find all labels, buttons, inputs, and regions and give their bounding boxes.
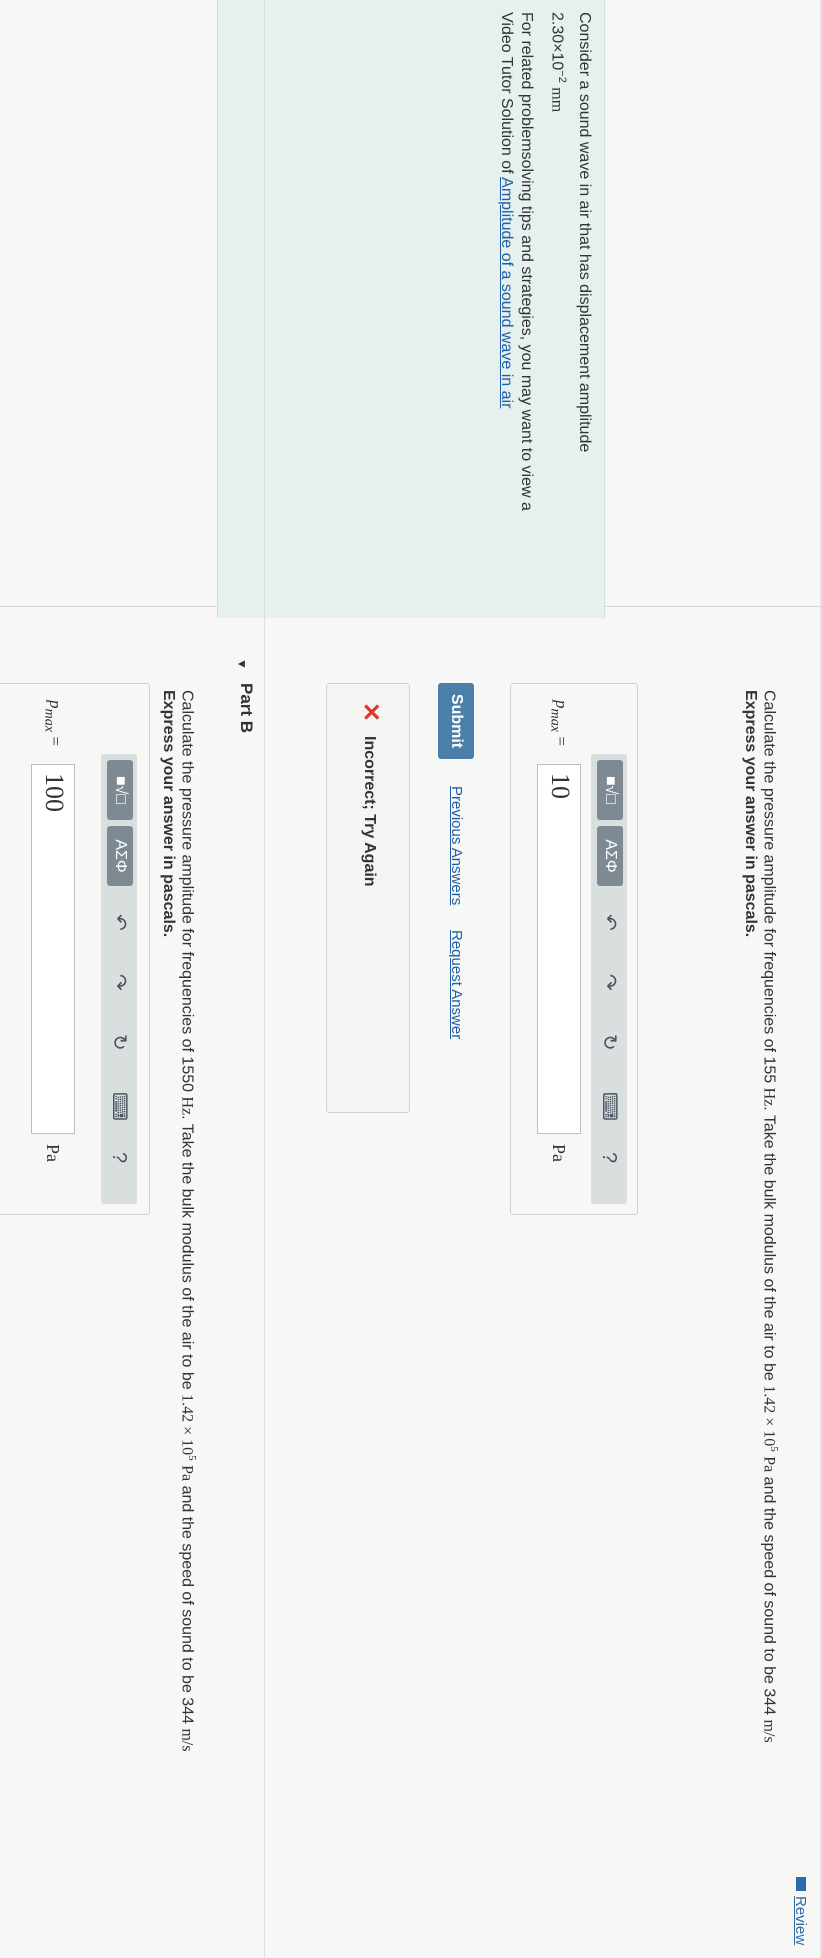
help-button[interactable]: ?	[597, 1152, 621, 1163]
incorrect-x-icon: ✕	[357, 702, 384, 723]
intro-text: Consider a sound wave in air that has di…	[574, 12, 594, 452]
partB-q-modulus: 1.42 × 10	[178, 1394, 196, 1456]
review-link[interactable]: Review	[792, 1896, 809, 1945]
partB-var-sub: max	[41, 708, 58, 733]
undo-icon[interactable]: ↶	[597, 914, 621, 931]
partB-answer-box: ■√□ ΑΣΦ ↶ ↷ ↻ ⌨ ? pmax = 100 Pa	[0, 683, 150, 1215]
partB-q-speed-unit: m/s	[178, 1728, 196, 1752]
partA-q-speed-unit: m/s	[760, 1719, 778, 1743]
submit-button[interactable]: Submit	[438, 683, 474, 759]
partA-q-modulus: 1.42 × 10	[760, 1385, 778, 1447]
partB-q-prefix: Calculate the pressure amplitude for fre…	[178, 690, 196, 1093]
partA-var-sub: max	[547, 708, 564, 733]
partB-answer-input[interactable]: 100	[31, 764, 75, 1134]
partA-variable-label: pmax =	[546, 700, 571, 746]
partB-variable-label: pmax =	[40, 700, 65, 746]
video-tutor-link[interactable]: Amplitude of a sound wave in air	[498, 177, 515, 408]
request-answer-link[interactable]: Request Answer	[446, 930, 466, 1039]
problem-info-panel: Consider a sound wave in air that has di…	[217, 0, 605, 618]
previous-answers-link[interactable]: Previous Answers	[446, 786, 466, 905]
keyboard-icon[interactable]: ⌨	[597, 1092, 621, 1121]
partA-answer-input[interactable]: 10	[537, 764, 581, 1134]
partB-help-button[interactable]: ?	[107, 1152, 131, 1163]
undo-icon[interactable]: ↶	[107, 914, 131, 931]
redo-icon[interactable]: ↷	[597, 974, 621, 991]
partA-q-mid: . Take the bulk modulus of the air to be	[760, 1106, 778, 1381]
partA-question: Calculate the pressure amplitude for fre…	[759, 690, 784, 1743]
help-text-line2: Video Tutor Solution of Amplitude of a s…	[496, 12, 516, 408]
amplitude-unit: mm	[548, 87, 566, 113]
partB-q-mid: . Take the bulk modulus of the air to be	[178, 1115, 196, 1390]
partB-title[interactable]: Part B	[236, 683, 256, 733]
partB-q-modulus-exp: 5	[186, 1455, 198, 1461]
partA-q-modulus-exp: 5	[768, 1446, 780, 1452]
reset-icon[interactable]: ↻	[597, 1034, 621, 1051]
partA-answer-box: ■√□ ΑΣΦ ↶ ↷ ↻ ⌨ ? pmax = 10 Pa	[510, 683, 638, 1215]
partB-divider	[264, 0, 265, 1958]
keyboard-icon[interactable]: ⌨	[107, 1092, 131, 1121]
page: Review Consider a sound wave in air that…	[0, 0, 822, 1958]
partA-unit: Pa	[549, 1144, 569, 1162]
templates-icon: ■√□	[112, 775, 129, 805]
partA-q-suffix: and the speed of sound to be 344	[760, 1476, 778, 1716]
partA-math-toolbar: ■√□ ΑΣΦ ↶ ↷ ↻ ⌨ ?	[591, 754, 627, 1204]
amplitude-value: 2.30×10−2 mm	[547, 12, 572, 112]
feedback-text: Incorrect; Try Again	[361, 736, 378, 887]
partB-q-modulus-unit: Pa	[178, 1465, 196, 1482]
partB-instruction: Express your answer in pascals.	[160, 690, 177, 938]
partB-q-freq-unit: Hz	[178, 1096, 196, 1116]
partA-feedback-box: ✕ Incorrect; Try Again	[326, 683, 410, 1113]
templates-button[interactable]: ■√□	[597, 760, 623, 820]
partA-q-prefix: Calculate the pressure amplitude for fre…	[760, 690, 778, 1084]
review-icon	[796, 1877, 806, 1891]
partB-templates-button[interactable]: ■√□	[107, 760, 133, 820]
amplitude-number: 2.30×10	[548, 12, 566, 71]
partB-var: p	[46, 700, 65, 709]
templates-icon: ■√□	[602, 775, 619, 805]
partA-q-freq-unit: Hz	[760, 1087, 778, 1107]
help-prefix: Video Tutor Solution of	[498, 12, 515, 178]
partB-unit: Pa	[43, 1144, 63, 1162]
partA-equals: =	[552, 736, 571, 746]
redo-icon[interactable]: ↷	[107, 974, 131, 991]
intro-line: Consider a sound wave in air that has di…	[576, 12, 593, 453]
partB-q-suffix: and the speed of sound to be 344	[178, 1485, 196, 1724]
partB-math-toolbar: ■√□ ΑΣΦ ↶ ↷ ↻ ⌨ ?	[101, 754, 137, 1204]
partB-collapse-icon[interactable]: ▼	[232, 658, 252, 670]
partA-instruction: Express your answer in pascals.	[742, 690, 759, 938]
partB-greek-symbols-button[interactable]: ΑΣΦ	[107, 826, 133, 886]
partB-question: Calculate the pressure amplitude for fre…	[177, 690, 202, 1752]
reset-icon[interactable]: ↻	[107, 1034, 131, 1051]
help-text-line1: For related problemsolving tips and stra…	[518, 12, 535, 511]
partB-equals: =	[46, 736, 65, 746]
partA-var: p	[552, 700, 571, 709]
partA-q-modulus-unit: Pa	[760, 1456, 778, 1473]
amplitude-exponent: −2	[556, 70, 568, 83]
greek-symbols-button[interactable]: ΑΣΦ	[597, 826, 623, 886]
